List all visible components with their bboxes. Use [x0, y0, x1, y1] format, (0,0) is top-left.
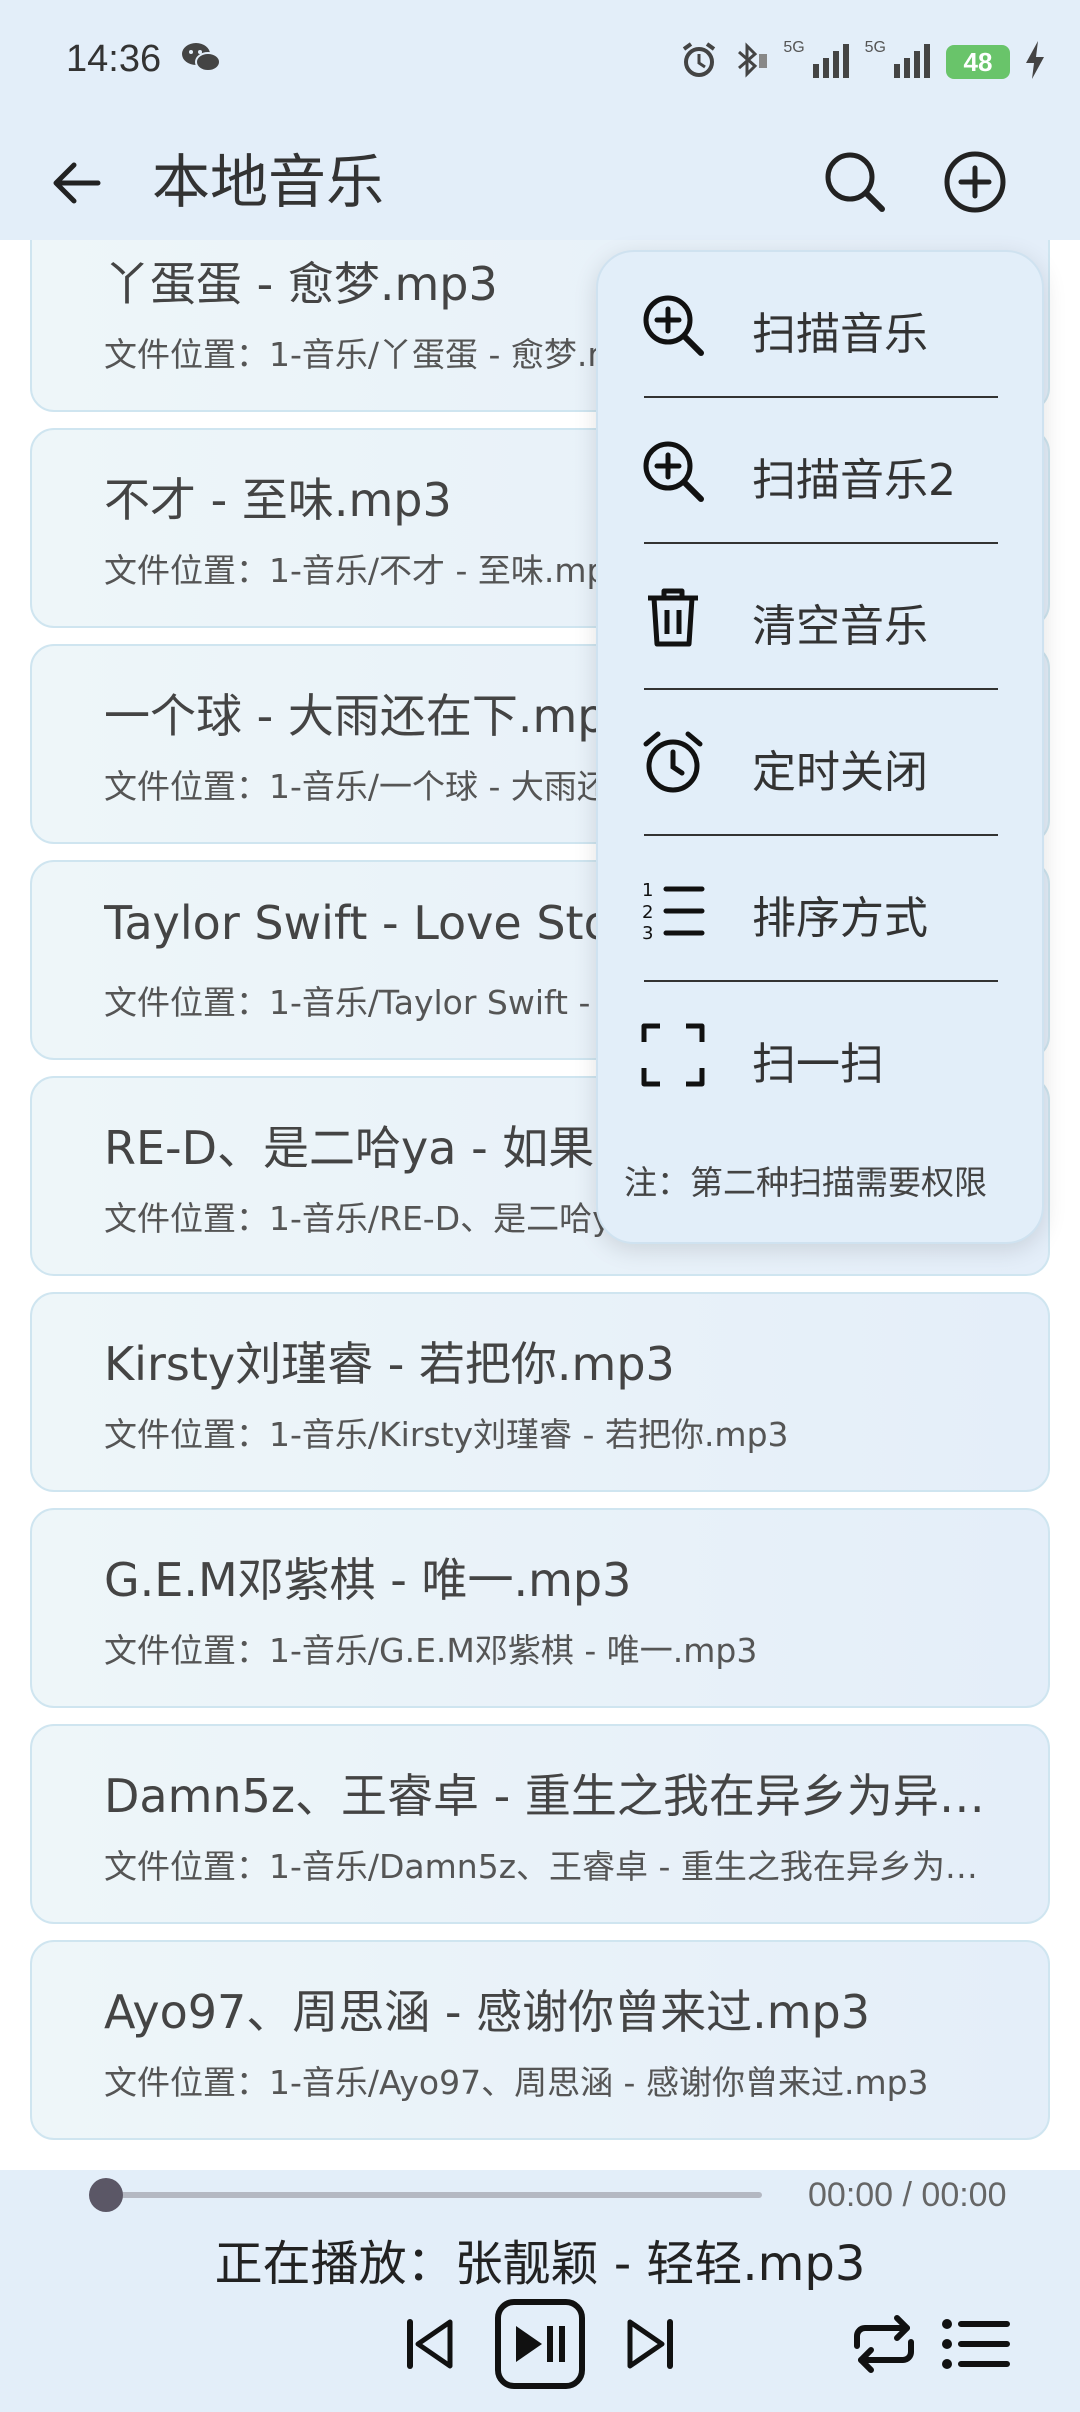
wechat-icon — [180, 40, 222, 80]
signal-icon-2 — [894, 42, 932, 82]
alarm-status-icon — [679, 40, 719, 84]
song-location: 文件位置：1-音乐/Damn5z、王睿卓 - 重生之我在异乡为异客.mp3 — [104, 1847, 984, 1886]
song-title: Ayo97、周思涵 - 感谢你曾来过.mp3 — [104, 1985, 870, 2039]
menu-item-scan-music-2[interactable]: 扫描音乐2 — [598, 398, 1046, 544]
song-location: 文件位置：1-音乐/Kirsty刘瑾睿 - 若把你.mp3 — [104, 1415, 789, 1454]
menu-item-sort-order[interactable]: 123 排序方式 — [598, 836, 1046, 982]
menu-item-clear-music[interactable]: 清空音乐 — [598, 544, 1046, 690]
repeat-button[interactable] — [838, 2298, 930, 2390]
status-time: 14:36 — [66, 38, 162, 80]
menu-label: 排序方式 — [752, 893, 928, 944]
play-pause-icon — [495, 2299, 585, 2389]
song-item[interactable]: Kirsty刘瑾睿 - 若把你.mp3 文件位置：1-音乐/Kirsty刘瑾睿 … — [30, 1292, 1050, 1492]
skip-next-icon — [627, 2319, 673, 2369]
progress-thumb[interactable] — [89, 2178, 123, 2212]
arrow-left-icon — [53, 162, 101, 204]
menu-label: 定时关闭 — [752, 747, 928, 798]
back-button[interactable] — [44, 151, 108, 215]
menu-note: 注：第二种扫描需要权限 — [624, 1163, 987, 1202]
menu-label: 扫描音乐 — [752, 309, 928, 360]
zoom-in-icon — [640, 292, 706, 358]
page-title: 本地音乐 — [152, 148, 385, 216]
menu-item-timer-close[interactable]: 定时关闭 — [598, 690, 1046, 836]
alarm-icon — [640, 730, 706, 796]
song-title: G.E.M邓紫棋 - 唯一.mp3 — [104, 1553, 632, 1607]
menu-label: 清空音乐 — [752, 601, 928, 652]
progress-track[interactable] — [106, 2192, 762, 2198]
popup-menu: 扫描音乐 扫描音乐2 清空音乐 定时关闭 123 排序方式 扫一扫 注：第二种扫 — [596, 250, 1044, 1244]
song-item[interactable]: Ayo97、周思涵 - 感谢你曾来过.mp3 文件位置：1-音乐/Ayo97、周… — [30, 1940, 1050, 2140]
network-label-2: 5G — [864, 39, 886, 56]
song-item[interactable]: Damn5z、王睿卓 - 重生之我在异乡为异客.mp3 文件位置：1-音乐/Da… — [30, 1724, 1050, 1924]
status-bar: 14:36 5G 5G 48 — [0, 0, 1080, 125]
bluetooth-icon — [733, 40, 769, 84]
svg-text:2: 2 — [642, 902, 653, 923]
status-icons: 5G 5G 48 — [679, 36, 1046, 88]
time-readout: 00:00 / 00:00 — [808, 2176, 1007, 2214]
search-icon — [825, 152, 885, 212]
scan-frame-icon — [640, 1022, 706, 1088]
network-label-1: 5G — [783, 39, 805, 56]
song-title: Damn5z、王睿卓 - 重生之我在异乡为异客.mp3 — [104, 1769, 1004, 1823]
svg-text:3: 3 — [642, 923, 653, 942]
skip-previous-icon — [407, 2319, 453, 2369]
song-item[interactable]: G.E.M邓紫棋 - 唯一.mp3 文件位置：1-音乐/G.E.M邓紫棋 - 唯… — [30, 1508, 1050, 1708]
sort-list-icon: 123 — [640, 876, 706, 942]
playlist-button[interactable] — [930, 2298, 1022, 2390]
battery-indicator: 48 — [946, 45, 1010, 79]
song-title: Kirsty刘瑾睿 - 若把你.mp3 — [104, 1337, 675, 1391]
player-bar: 00:00 / 00:00 正在播放：张靓颖 - 轻轻.mp3 — [0, 2170, 1080, 2412]
playlist-icon — [942, 2319, 1010, 2369]
song-location: 文件位置：1-音乐/Ayo97、周思涵 - 感谢你曾来过.mp3 — [104, 2063, 929, 2102]
play-pause-button[interactable] — [494, 2298, 586, 2390]
now-playing-label: 正在播放：张靓颖 - 轻轻.mp3 — [214, 2236, 866, 2292]
charging-icon — [1024, 41, 1046, 83]
menu-item-scan-qr[interactable]: 扫一扫 — [598, 982, 1046, 1128]
search-button[interactable] — [820, 147, 890, 217]
svg-text:1: 1 — [642, 880, 653, 901]
add-button[interactable] — [940, 147, 1010, 217]
menu-label: 扫描音乐2 — [752, 455, 956, 506]
menu-label: 扫一扫 — [752, 1039, 884, 1090]
zoom-in-icon — [640, 438, 706, 504]
trash-icon — [640, 584, 706, 650]
plus-circle-icon — [944, 151, 1006, 213]
repeat-icon — [854, 2315, 914, 2373]
app-bar: 本地音乐 — [0, 125, 1080, 240]
signal-icon-1 — [812, 42, 851, 82]
previous-button[interactable] — [384, 2298, 476, 2390]
song-location: 文件位置：1-音乐/G.E.M邓紫棋 - 唯一.mp3 — [104, 1631, 758, 1670]
next-button[interactable] — [604, 2298, 696, 2390]
menu-item-scan-music[interactable]: 扫描音乐 — [598, 252, 1046, 398]
